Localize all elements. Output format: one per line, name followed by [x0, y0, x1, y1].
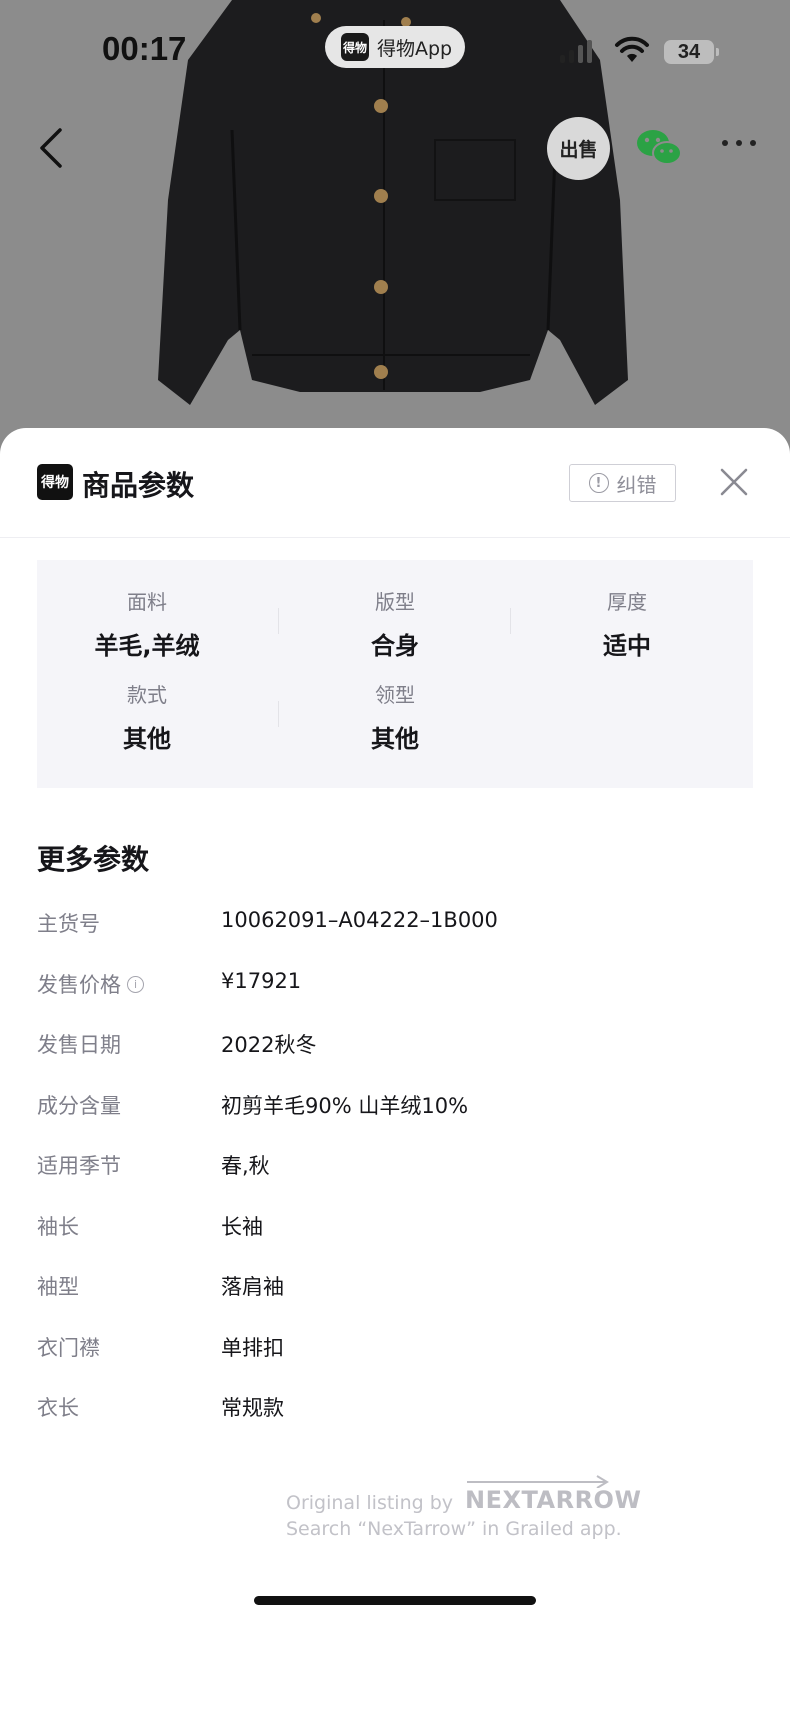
divider [510, 608, 511, 634]
arrow-logo-icon [467, 1475, 609, 1488]
key-param-value: 其他 [123, 725, 171, 753]
detail-value: 单排扣 [221, 1336, 284, 1360]
key-param-fit: 版型 合身 [285, 586, 505, 661]
detail-value: 初剪羊毛90% 山羊绒10% [221, 1094, 469, 1118]
more-options-icon[interactable] [722, 140, 756, 146]
detail-label: 适用季节 [37, 1154, 121, 1178]
watermark: Original listing by NEXTARROW Search “Ne… [286, 1475, 641, 1540]
detail-row: 袖型 落肩袖 [37, 1265, 753, 1305]
key-param-value: 适中 [603, 632, 651, 660]
report-error-label: 纠错 [616, 472, 657, 497]
key-param-label: 款式 [127, 683, 167, 707]
key-param-label: 领型 [375, 683, 415, 707]
detail-label: 衣门襟 [37, 1336, 100, 1360]
detail-value: 2022秋冬 [221, 1033, 317, 1057]
key-params-box: 面料 羊毛,羊绒 版型 合身 厚度 适中 款式 其他 领型 其他 [37, 560, 753, 788]
detail-label: 成分含量 [37, 1094, 121, 1118]
watermark-line2: Search “NexTarrow” in Grailed app. [286, 1518, 622, 1540]
product-photo: 00:17 得物 得物App 34 出售 [0, 0, 790, 440]
divider [278, 701, 279, 727]
detail-row: 发售价格 i ¥17921 [37, 963, 753, 1003]
detail-value: 10062091–A04222–1B000 [221, 908, 498, 932]
product-params-sheet: 得物 商品参数 ! 纠错 面料 羊毛,羊绒 版型 合身 厚度 适中 款式 其他 [0, 428, 790, 1712]
detail-row: 衣长 常规款 [37, 1386, 753, 1426]
key-param-label: 版型 [375, 590, 415, 614]
more-params-title: 更多参数 [37, 843, 150, 876]
detail-label: 主货号 [37, 912, 100, 936]
key-param-label: 厚度 [607, 590, 647, 614]
home-indicator[interactable] [254, 1596, 536, 1605]
detail-label: 袖型 [37, 1275, 79, 1299]
detail-row: 衣门襟 单排扣 [37, 1326, 753, 1366]
exclamation-icon: ! [588, 473, 609, 493]
detail-value: 长袖 [221, 1215, 263, 1239]
wifi-icon [615, 36, 649, 62]
detail-row: 主货号 10062091–A04222–1B000 [37, 902, 753, 942]
key-param-collar: 领型 其他 [285, 679, 505, 754]
detail-row: 发售日期 2022秋冬 [37, 1023, 753, 1063]
info-icon[interactable]: i [127, 975, 144, 993]
detail-value: 春,秋 [221, 1154, 270, 1178]
key-param-style: 款式 其他 [37, 679, 257, 754]
key-param-value: 羊毛,羊绒 [94, 632, 200, 660]
key-param-thickness: 厚度 适中 [517, 586, 737, 661]
detail-label: 发售价格 i [37, 969, 144, 999]
key-param-fabric: 面料 羊毛,羊绒 [37, 586, 257, 661]
wechat-icon[interactable] [636, 128, 682, 168]
detail-label: 衣长 [37, 1396, 79, 1420]
detail-label: 发售日期 [37, 1033, 121, 1057]
watermark-brand: NEXTARROW [465, 1475, 641, 1514]
sell-button[interactable]: 出售 [547, 117, 610, 180]
sheet-header: 得物 商品参数 ! 纠错 [0, 428, 790, 538]
detail-row: 成分含量 初剪羊毛90% 山羊绒10% [37, 1084, 753, 1124]
key-param-value: 其他 [371, 725, 419, 753]
app-logo-icon: 得物 [341, 33, 369, 61]
report-error-button[interactable]: ! 纠错 [569, 464, 676, 502]
app-pill-label: 得物App [377, 37, 453, 60]
detail-value: 落肩袖 [221, 1275, 284, 1299]
sell-label: 出售 [559, 139, 598, 161]
cellular-signal-icon [560, 40, 592, 63]
status-time: 00:17 [102, 30, 187, 67]
sheet-title: 商品参数 [82, 469, 195, 502]
detail-label: 袖长 [37, 1215, 79, 1239]
divider [278, 608, 279, 634]
key-param-label: 面料 [127, 590, 167, 614]
detail-value: ¥17921 [221, 969, 302, 993]
watermark-line1: Original listing by [286, 1492, 454, 1514]
key-param-value: 合身 [371, 632, 419, 660]
detail-row: 适用季节 春,秋 [37, 1144, 753, 1184]
detail-value: 常规款 [221, 1396, 284, 1420]
battery-indicator: 34 [664, 40, 719, 64]
app-switch-pill[interactable]: 得物 得物App [325, 26, 465, 68]
close-icon[interactable] [718, 466, 750, 498]
back-arrow-icon[interactable] [36, 126, 66, 170]
brand-logo-icon: 得物 [37, 464, 73, 500]
detail-row: 袖长 长袖 [37, 1205, 753, 1245]
